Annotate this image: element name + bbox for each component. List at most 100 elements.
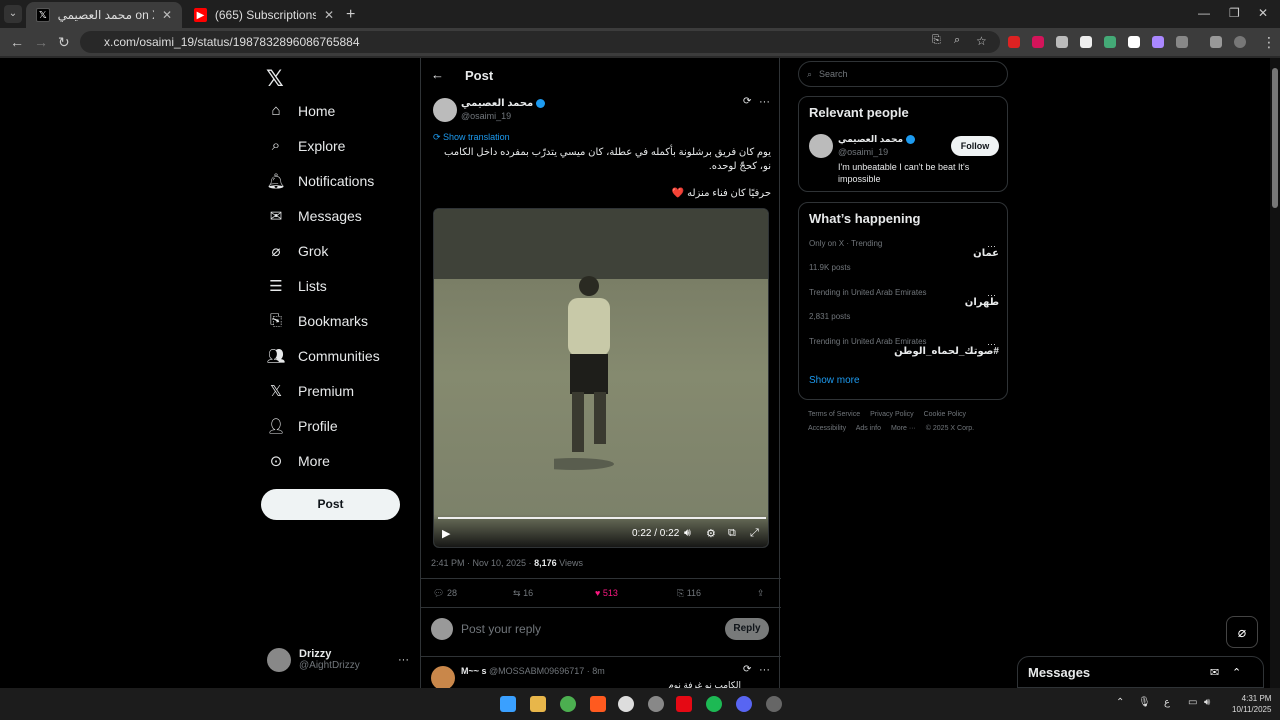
close-icon[interactable]: ✕: [324, 8, 334, 22]
footer-link[interactable]: More ···: [891, 425, 916, 432]
fullscreen-icon[interactable]: ⤢: [750, 527, 759, 540]
app-icon[interactable]: [648, 696, 664, 712]
bookmark-action[interactable]: ⎘ 116: [677, 588, 701, 599]
footer-link[interactable]: Cookie Policy: [924, 411, 966, 418]
maximize-icon[interactable]: ❐: [1229, 6, 1240, 20]
system-clock[interactable]: 4:31 PM 10/11/2025: [1232, 693, 1271, 715]
author-handle[interactable]: @osaimi_19: [461, 111, 511, 121]
reload-icon[interactable]: ↻: [58, 34, 70, 51]
nav-messages[interactable]: ✉ Messages: [266, 207, 362, 225]
tray-overflow-chevron-icon[interactable]: ⌃: [1116, 697, 1124, 708]
nav-bookmarks[interactable]: ⎘ Bookmarks: [266, 312, 368, 329]
nav-grok[interactable]: ⌀ Grok: [266, 242, 328, 260]
follow-button[interactable]: Follow: [951, 136, 999, 156]
expand-up-icon[interactable]: ⌃: [1232, 666, 1241, 679]
post-timestamp[interactable]: 2:41 PM · Nov 10, 2025 ·: [431, 558, 532, 568]
chrome-icon[interactable]: [560, 696, 576, 712]
avatar[interactable]: [809, 134, 833, 158]
nav-explore[interactable]: ⌕ Explore: [266, 137, 346, 154]
trend-item[interactable]: Trending in United Arab Emirates طهران 2…: [809, 288, 999, 321]
reading-list-icon[interactable]: [1210, 36, 1222, 48]
post-button[interactable]: Post: [261, 489, 400, 520]
close-icon[interactable]: ✕: [162, 8, 172, 22]
microphone-icon[interactable]: 🎙︎: [1138, 697, 1151, 708]
minimize-icon[interactable]: —: [1198, 6, 1210, 20]
file-explorer-icon[interactable]: [530, 696, 546, 712]
extension-icon[interactable]: [1032, 36, 1044, 48]
share-icon[interactable]: ⇪: [757, 588, 765, 599]
input-language[interactable]: ع: [1164, 697, 1170, 708]
play-icon[interactable]: ▶: [442, 527, 450, 540]
account-switcher[interactable]: Drizzy @AightDrizzy: [267, 648, 360, 672]
more-dots-icon[interactable]: ···: [398, 654, 409, 666]
footer-link[interactable]: Privacy Policy: [870, 411, 914, 418]
avatar[interactable]: [433, 98, 457, 122]
volume-icon[interactable]: 🔊︎: [1204, 697, 1210, 708]
more-dots-icon[interactable]: ···: [987, 241, 996, 251]
extension-icon[interactable]: [1056, 36, 1068, 48]
settings-gear-icon[interactable]: ⚙: [706, 527, 716, 540]
video-player[interactable]: ▶ 0:22 / 0:22 🔊︎ ⚙ ⧉ ⤢: [433, 208, 769, 548]
volume-icon[interactable]: 🔊︎: [684, 527, 691, 540]
grok-button[interactable]: ⌀: [1226, 616, 1258, 648]
trend-item[interactable]: Only on X · Trending عمان 11.9K posts: [809, 239, 999, 272]
avatar[interactable]: [431, 666, 455, 690]
search-input[interactable]: ⌕ Search: [798, 61, 1008, 87]
back-arrow-icon[interactable]: ←: [10, 34, 24, 50]
x-logo-icon[interactable]: 𝕏: [266, 66, 284, 92]
back-arrow-icon[interactable]: ←: [431, 67, 444, 82]
zoom-icon[interactable]: ⌕: [954, 34, 960, 47]
more-dots-icon[interactable]: ···: [759, 96, 770, 108]
repost-action[interactable]: ⇆ 16: [513, 588, 533, 599]
reply-action[interactable]: 💬︎ 28: [433, 588, 457, 599]
extension-icon[interactable]: [1080, 36, 1092, 48]
extension-icon[interactable]: [1128, 36, 1140, 48]
extension-icon[interactable]: [1152, 36, 1164, 48]
nav-lists[interactable]: ☰ Lists: [266, 277, 327, 295]
footer-link[interactable]: Ads info: [856, 425, 881, 432]
more-dots-icon[interactable]: ···: [987, 339, 996, 349]
reply-button[interactable]: Reply: [725, 618, 769, 640]
nav-more[interactable]: ⊙ More: [266, 452, 330, 470]
extensions-puzzle-icon[interactable]: [1176, 36, 1188, 48]
footer-link[interactable]: Accessibility: [808, 425, 846, 432]
reply-input[interactable]: Post your reply: [461, 622, 541, 636]
new-message-icon[interactable]: ✉: [1210, 666, 1219, 679]
nav-communities[interactable]: 👥︎ Communities: [266, 347, 379, 365]
show-more-link[interactable]: Show more: [809, 375, 860, 386]
more-dots-icon[interactable]: ···: [759, 664, 770, 676]
more-dots-icon[interactable]: ···: [987, 290, 996, 300]
url-field[interactable]: x.com/osaimi_19/status/19878328960867658…: [80, 31, 1000, 53]
nav-notifications[interactable]: 🔔︎ Notifications: [266, 172, 374, 190]
windows-start-icon[interactable]: [500, 696, 516, 712]
tab-search-button[interactable]: ⌄: [4, 5, 22, 23]
grok-analyze-icon[interactable]: ⟳: [743, 664, 751, 675]
extension-icon[interactable]: [1104, 36, 1116, 48]
video-progress-bar[interactable]: [438, 517, 766, 519]
messages-drawer[interactable]: Messages ✉ ⌃: [1017, 656, 1264, 688]
install-app-icon[interactable]: ⎘: [932, 34, 941, 47]
nav-profile[interactable]: 👤︎ Profile: [266, 417, 337, 435]
nav-premium[interactable]: 𝕏 Premium: [266, 382, 354, 400]
nav-home[interactable]: ⌂ Home: [266, 102, 335, 119]
page-scrollbar[interactable]: [1270, 58, 1280, 688]
menu-kebab-icon[interactable]: ⋮: [1262, 34, 1276, 51]
brave-icon[interactable]: [590, 696, 606, 712]
reply-author[interactable]: M~~ s @MOSSABM09696717 · 8m: [461, 666, 605, 676]
network-icon[interactable]: ▭: [1188, 697, 1197, 708]
forward-arrow-icon[interactable]: →: [34, 34, 48, 50]
profile-avatar-icon[interactable]: [1234, 36, 1246, 48]
person-name[interactable]: محمد العصيمي: [838, 134, 916, 145]
author-name[interactable]: محمد العصيمي: [461, 98, 546, 109]
app-icon[interactable]: [618, 696, 634, 712]
pip-icon[interactable]: ⧉: [728, 527, 736, 540]
footer-link[interactable]: Terms of Service: [808, 411, 860, 418]
app-icon[interactable]: [766, 696, 782, 712]
bookmark-star-icon[interactable]: ☆: [976, 34, 987, 48]
new-tab-plus-icon[interactable]: +: [346, 6, 355, 24]
spotify-icon[interactable]: [706, 696, 722, 712]
scrollbar-thumb[interactable]: [1272, 68, 1278, 208]
tab-x-post[interactable]: 𝕏 محمد العصيمي on X: "يوم كان ف ✕: [26, 2, 182, 28]
netflix-icon[interactable]: [676, 696, 692, 712]
like-action[interactable]: ♥ 513: [595, 588, 618, 598]
